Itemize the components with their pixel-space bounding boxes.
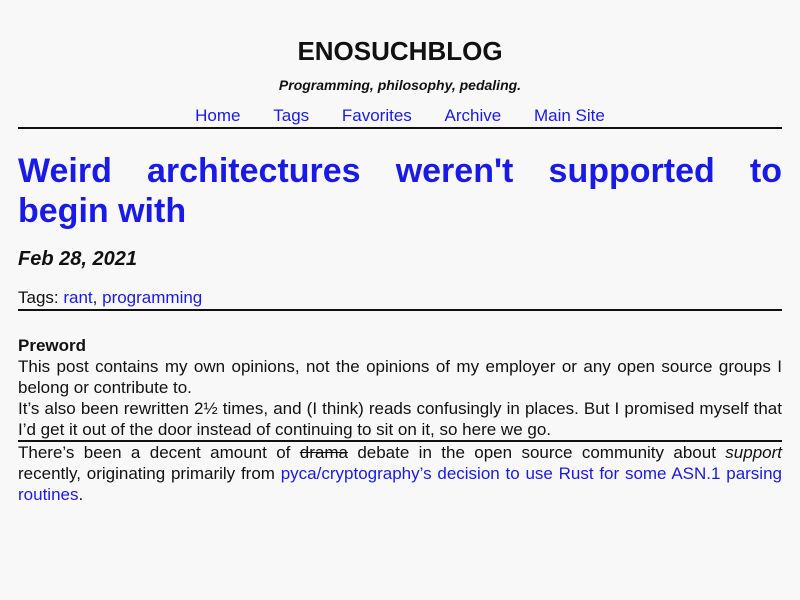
site-tagline: Programming, philosophy, pedaling. — [278, 77, 522, 93]
post-title[interactable]: Weird architectures weren't supported to… — [18, 151, 782, 231]
page: ENOSUCHBLOG Programming, philosophy, ped… — [0, 0, 800, 600]
post-title-word: supported — [548, 152, 715, 190]
post-title-word: weren't — [395, 152, 514, 190]
post-title-word: to — [749, 152, 782, 190]
tags-label: Tags: — [18, 288, 64, 307]
post-date: Feb 28, 2021 — [18, 248, 137, 270]
tag-rant[interactable]: rant — [63, 288, 92, 307]
nav-archive[interactable]: Archive — [445, 106, 502, 125]
emphasis-support: support — [725, 443, 782, 462]
nav-home[interactable]: Home — [195, 106, 240, 125]
tag-separator: , — [92, 288, 103, 307]
site-header: ENOSUCHBLOG Programming, philosophy, ped… — [18, 0, 782, 127]
strikethrough-drama: drama — [299, 443, 348, 462]
nav-tags[interactable]: Tags — [273, 106, 309, 125]
intro-text-mid: debate in the open source community abou… — [347, 443, 726, 462]
paragraph-rewrite-note: It’s also been rewritten 2½ times, and (… — [18, 399, 782, 439]
post-title-line1: Weird architectures weren't supported to — [18, 151, 782, 191]
intro-text-after-em: recently, originating primarily from — [18, 464, 281, 483]
header-divider — [18, 127, 782, 129]
nav-favorites[interactable]: Favorites — [342, 106, 412, 125]
site-title[interactable]: ENOSUCHBLOG — [18, 0, 782, 66]
intro-text-start: There’s been a decent amount of — [18, 443, 300, 462]
post: Weird architectures weren't supported to… — [18, 151, 782, 505]
paragraph-disclaimer: This post contains my own opinions, not … — [18, 357, 782, 397]
preword-heading: Preword — [18, 336, 87, 355]
post-title-word: Weird — [18, 152, 112, 190]
paragraph-intro: There’s been a decent amount of drama de… — [18, 442, 782, 505]
post-meta-divider — [18, 309, 782, 311]
post-title-word: architectures — [147, 152, 361, 190]
main-nav: Home Tags Favorites Archive Main Site — [18, 105, 782, 127]
post-tags: Tags: rant, programming — [18, 287, 782, 309]
intro-text-end: . — [78, 485, 84, 504]
post-title-line2: begin with — [18, 192, 187, 230]
nav-main-site[interactable]: Main Site — [534, 106, 605, 125]
tag-programming[interactable]: programming — [102, 288, 202, 307]
